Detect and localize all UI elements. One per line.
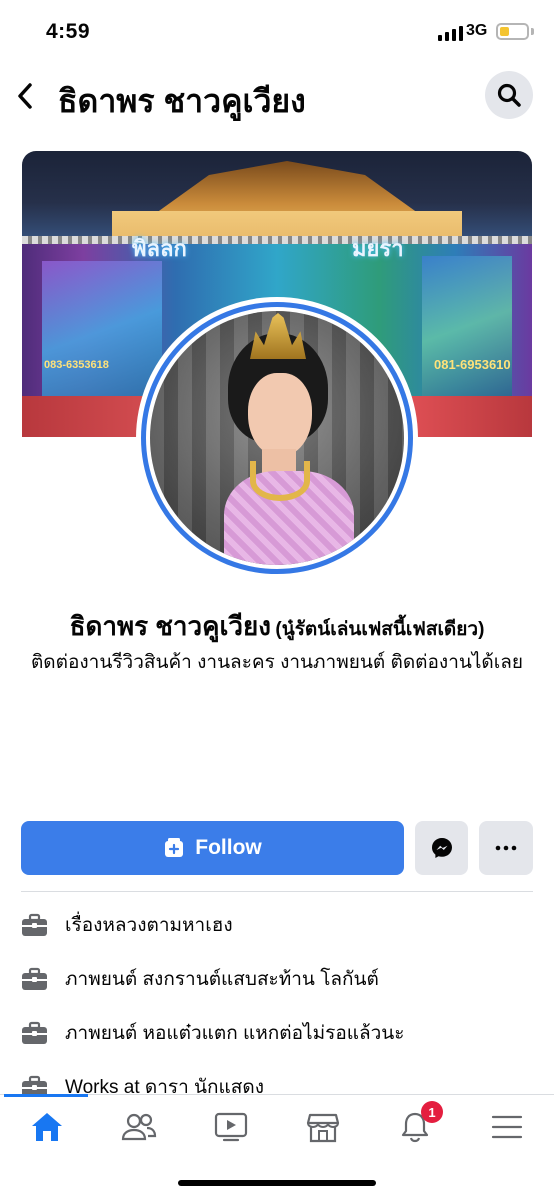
tab-watch[interactable] (206, 1107, 256, 1147)
cover-phone-right: 081-6953610 (434, 357, 511, 372)
profile-name-main: ธิดาพร ชาวคูเวียง (69, 611, 271, 641)
tab-marketplace[interactable] (298, 1107, 348, 1147)
avatar-necklace (250, 461, 310, 501)
list-item[interactable]: ภาพยนต์ สงกรานต์แสบสะท้าน โลกันต์ (21, 952, 533, 1006)
list-item[interactable]: เรื่องหลวงตามหาเฮง (21, 898, 533, 952)
chevron-left-icon (18, 83, 32, 109)
messenger-icon (431, 838, 452, 858)
work-item-label: ภาพยนต์ สงกรานต์แสบสะท้าน โลกันต์ (65, 969, 379, 990)
work-item-label: เรื่องหลวงตามหาเฮง (65, 915, 233, 936)
search-button[interactable] (485, 71, 533, 119)
friends-icon (121, 1113, 157, 1141)
work-list: เรื่องหลวงตามหาเฮง ภาพยนต์ สงกรานต์แสบสะ… (21, 898, 533, 1114)
status-time: 4:59 (46, 20, 91, 43)
tab-home[interactable] (22, 1107, 72, 1147)
briefcase-icon (21, 912, 48, 939)
status-bar: 4:59 3G (0, 0, 554, 66)
notification-badge: 1 (421, 1101, 443, 1123)
home-indicator[interactable] (178, 1180, 376, 1186)
follow-icon (165, 838, 184, 857)
profile-alternate-name: (นู๋รัตน์เล่นเฟสนี้เฟสเดียว) (275, 619, 485, 640)
search-icon (497, 83, 521, 107)
home-icon (32, 1113, 62, 1141)
tab-menu[interactable] (482, 1107, 532, 1147)
header: ธิดาพร ชาวคูเวียง (0, 66, 554, 128)
cover-truss (22, 236, 532, 244)
hamburger-menu-icon (491, 1115, 523, 1139)
cover-phone-left: 083-6353618 (44, 359, 109, 371)
more-options-button[interactable] (479, 821, 533, 875)
work-item-label: ภาพยนต์ หอแต๋วแตก แหกต่อไม่รอแล้วนะ (65, 1023, 405, 1044)
network-type: 3G (466, 22, 488, 39)
avatar[interactable] (150, 311, 404, 565)
ellipsis-icon (495, 845, 517, 851)
battery-tip (531, 28, 534, 35)
briefcase-icon (21, 1020, 48, 1047)
tab-friends[interactable] (114, 1107, 164, 1147)
profile-name: ธิดาพร ชาวคูเวียง (นู๋รัตน์เล่นเฟสนี้เฟส… (0, 606, 554, 647)
follow-label: Follow (195, 836, 262, 859)
marketplace-icon (306, 1113, 340, 1143)
avatar-face (248, 373, 312, 457)
cover-banner-left (42, 261, 162, 401)
profile-bio: ติดต่องานรีวิวสินค้า งานละคร งานภาพยนต์ … (30, 652, 524, 673)
page-title: ธิดาพร ชาวคูเวียง (58, 83, 306, 119)
divider (21, 891, 533, 892)
follow-button[interactable]: Follow (21, 821, 404, 875)
cover-text-left: พิลลก (132, 236, 187, 261)
message-button[interactable] (415, 821, 468, 875)
list-item[interactable]: ภาพยนต์ หอแต๋วแตก แหกต่อไม่รอแล้วนะ (21, 1006, 533, 1060)
briefcase-icon (21, 966, 48, 993)
back-button[interactable] (10, 76, 40, 116)
cover-text-right: มยรา (352, 236, 404, 261)
battery-icon (496, 23, 529, 40)
video-icon (214, 1112, 248, 1142)
signal-icon (438, 26, 463, 41)
cover-banner-right (422, 256, 512, 396)
active-tab-indicator (4, 1094, 88, 1097)
